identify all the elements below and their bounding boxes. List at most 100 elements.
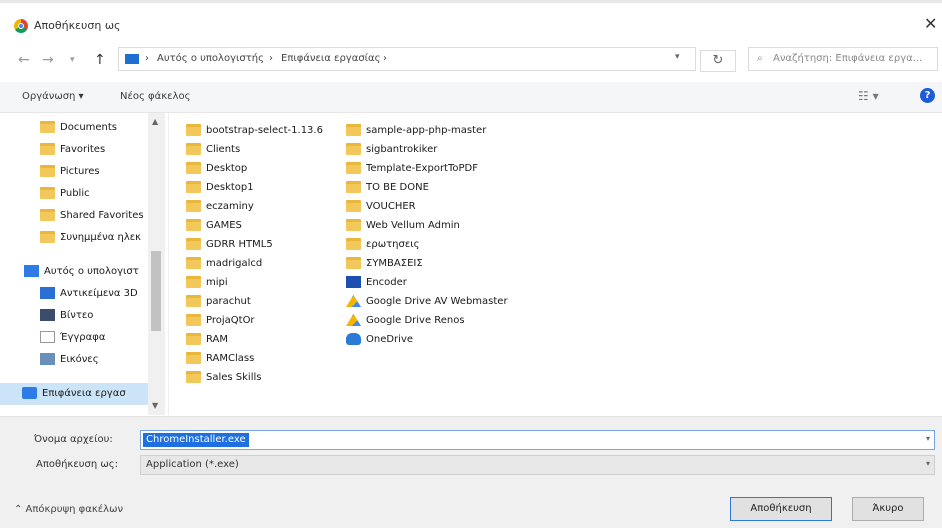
file-label: sample-app-php-master bbox=[366, 125, 487, 136]
file-label: Sales Skills bbox=[206, 372, 262, 383]
nav-item-attachments[interactable]: Συνημμένα ηλεκ bbox=[0, 227, 150, 249]
file-label: Google Drive Renos bbox=[366, 315, 465, 326]
chevron-down-icon: ▾ bbox=[925, 459, 930, 468]
nav-item-favorites[interactable]: Favorites bbox=[0, 139, 150, 161]
list-item[interactable]: sample-app-php-master bbox=[346, 122, 546, 140]
list-item[interactable]: OneDrive bbox=[346, 331, 546, 349]
file-label: VOUCHER bbox=[366, 201, 416, 212]
hide-folders-toggle[interactable]: ⌃ Απόκρυψη φακέλων bbox=[14, 504, 123, 515]
list-item[interactable]: Desktop bbox=[186, 160, 346, 178]
list-item[interactable]: VOUCHER bbox=[346, 198, 546, 216]
nav-item-3d-objects[interactable]: Αντικείμενα 3D bbox=[0, 283, 150, 305]
address-dropdown-button[interactable]: ▾ bbox=[675, 52, 680, 62]
nav-item-images-gr[interactable]: Εικόνες bbox=[0, 349, 150, 371]
nav-item-videos[interactable]: Βίντεο bbox=[0, 305, 150, 327]
list-item[interactable]: eczaminy bbox=[186, 198, 346, 216]
breadcrumb-desktop[interactable]: Επιφάνεια εργασίας bbox=[281, 53, 381, 64]
list-item[interactable]: Google Drive Renos bbox=[346, 312, 546, 330]
scrollbar-thumb[interactable] bbox=[151, 251, 161, 331]
nav-item-shared-favorites[interactable]: Shared Favorites bbox=[0, 205, 150, 227]
refresh-button[interactable]: ↻ bbox=[700, 50, 736, 72]
nav-item-label: Εικόνες bbox=[60, 354, 99, 365]
save-button[interactable]: Αποθήκευση bbox=[730, 497, 832, 521]
list-item[interactable]: ΣΥΜΒΑΣΕΙΣ bbox=[346, 255, 546, 273]
list-item[interactable]: Sales Skills bbox=[186, 369, 346, 387]
up-button[interactable]: ↑ bbox=[94, 52, 106, 68]
organize-menu[interactable]: Οργάνωση ▾ bbox=[22, 91, 84, 102]
pane-divider bbox=[168, 113, 169, 415]
nav-item-this-pc[interactable]: Αυτός ο υπολογιστ bbox=[0, 261, 150, 283]
folder-icon bbox=[40, 165, 55, 177]
nav-pane-scrollbar[interactable]: ▲ ▼ bbox=[148, 113, 165, 415]
list-item[interactable]: parachut bbox=[186, 293, 346, 311]
nav-item-label: Public bbox=[60, 188, 90, 199]
list-item[interactable]: bootstrap-select-1.13.6 bbox=[186, 122, 346, 140]
folder-icon bbox=[40, 121, 55, 133]
filename-value: ChromeInstaller.exe bbox=[143, 433, 249, 447]
list-item[interactable]: Web Vellum Admin bbox=[346, 217, 546, 235]
folder-icon bbox=[186, 181, 201, 193]
view-options-button[interactable]: ☷ ▾ bbox=[858, 89, 879, 103]
nav-item-label: Documents bbox=[60, 122, 118, 133]
file-label: sigbantrokiker bbox=[366, 144, 438, 155]
scroll-up-arrow-icon[interactable]: ▲ bbox=[152, 117, 158, 126]
file-label: RAMClass bbox=[206, 353, 255, 364]
close-button[interactable]: ✕ bbox=[924, 14, 937, 33]
address-bar[interactable]: › Αυτός ο υπολογιστής › Επιφάνεια εργασί… bbox=[118, 47, 696, 71]
cancel-button[interactable]: Άκυρο bbox=[852, 497, 924, 521]
list-item[interactable]: mipi bbox=[186, 274, 346, 292]
folder-icon bbox=[186, 200, 201, 212]
list-item[interactable]: ερωτησεις bbox=[346, 236, 546, 254]
nav-item-label: Pictures bbox=[60, 166, 100, 177]
chevron-down-icon[interactable]: ▾ bbox=[926, 434, 930, 443]
scroll-down-arrow-icon[interactable]: ▼ bbox=[152, 401, 158, 410]
list-item[interactable]: Clients bbox=[186, 141, 346, 159]
computer-icon bbox=[125, 54, 139, 64]
nav-item-label: Βίντεο bbox=[60, 310, 94, 321]
back-button[interactable]: ← bbox=[18, 52, 30, 68]
filename-input[interactable]: ChromeInstaller.exe ▾ bbox=[140, 430, 935, 450]
help-icon[interactable]: ? bbox=[920, 88, 935, 103]
list-item[interactable]: ProjaQtOr bbox=[186, 312, 346, 330]
save-type-select[interactable]: Application (*.exe) ▾ bbox=[140, 455, 935, 475]
nav-item-public[interactable]: Public bbox=[0, 183, 150, 205]
save-options-panel: Όνομα αρχείου: ChromeInstaller.exe ▾ Απο… bbox=[0, 416, 942, 528]
list-item[interactable]: sigbantrokiker bbox=[346, 141, 546, 159]
folder-icon bbox=[40, 231, 55, 243]
nav-item-pictures[interactable]: Pictures bbox=[0, 161, 150, 183]
nav-item-label: Αντικείμενα 3D bbox=[60, 288, 138, 299]
forward-button[interactable]: → bbox=[42, 52, 54, 68]
nav-item-documents[interactable]: Documents bbox=[0, 117, 150, 139]
folder-icon bbox=[186, 295, 201, 307]
onedrive-icon bbox=[346, 333, 361, 345]
list-item[interactable]: Desktop1 bbox=[186, 179, 346, 197]
file-label: GDRR HTML5 bbox=[206, 239, 273, 250]
list-item[interactable]: TO BE DONE bbox=[346, 179, 546, 197]
folder-icon bbox=[186, 371, 201, 383]
list-item[interactable]: RAMClass bbox=[186, 350, 346, 368]
nav-item-desktop[interactable]: Επιφάνεια εργασ bbox=[0, 383, 150, 405]
file-label: Desktop bbox=[206, 163, 248, 174]
list-item[interactable]: GDRR HTML5 bbox=[186, 236, 346, 254]
breadcrumb-separator: › bbox=[383, 53, 387, 64]
list-item[interactable]: Encoder bbox=[346, 274, 546, 292]
folder-icon bbox=[346, 181, 361, 193]
search-input[interactable]: ⌕ Αναζήτηση: Επιφάνεια εργα... bbox=[748, 47, 938, 71]
folder-icon bbox=[186, 257, 201, 269]
list-item[interactable]: GAMES bbox=[186, 217, 346, 235]
list-item[interactable]: madrigalcd bbox=[186, 255, 346, 273]
file-label: madrigalcd bbox=[206, 258, 263, 269]
window-title: Αποθήκευση ως bbox=[34, 19, 121, 32]
list-item[interactable]: Template-ExportToPDF bbox=[346, 160, 546, 178]
list-item[interactable]: Google Drive AV Webmaster bbox=[346, 293, 546, 311]
save-type-label: Αποθήκευση ως: bbox=[36, 459, 118, 470]
list-item[interactable]: RAM bbox=[186, 331, 346, 349]
nav-item-documents-gr[interactable]: Έγγραφα bbox=[0, 327, 150, 349]
google-drive-icon bbox=[346, 314, 361, 326]
recent-dropdown[interactable]: ▾ bbox=[70, 55, 75, 65]
file-label: Web Vellum Admin bbox=[366, 220, 460, 231]
folder-icon bbox=[346, 219, 361, 231]
file-label: Desktop1 bbox=[206, 182, 254, 193]
breadcrumb-this-pc[interactable]: Αυτός ο υπολογιστής bbox=[157, 53, 264, 64]
new-folder-button[interactable]: Νέος φάκελος bbox=[120, 91, 190, 102]
